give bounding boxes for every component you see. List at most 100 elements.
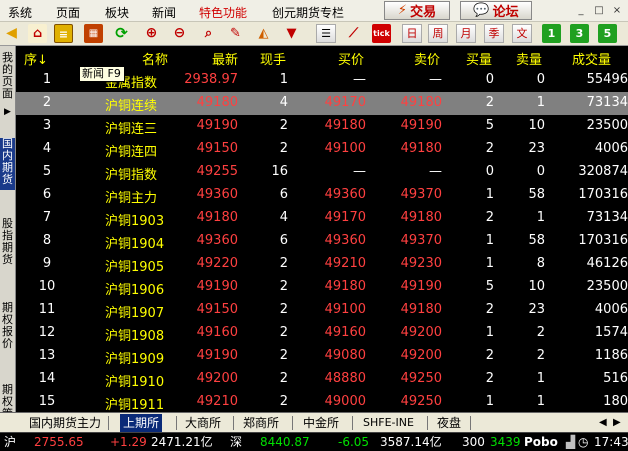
grid-icon[interactable]: ▦ xyxy=(84,24,103,43)
tab-cffex[interactable]: 中金所 xyxy=(300,414,342,432)
back-arrow-icon[interactable]: ◀ xyxy=(2,24,21,43)
col-name-header[interactable]: 名称 xyxy=(142,49,168,68)
menu-system[interactable]: 系统 xyxy=(8,4,32,21)
tab-scroll-left[interactable]: ◀ xyxy=(596,414,610,432)
table-row[interactable]: 9 沪铜1905 49220 2 49210 49230 1 8 46126 xyxy=(16,253,628,276)
cell-bid-vol: 2 xyxy=(485,141,494,156)
minimize-button[interactable]: _ xyxy=(574,3,588,18)
cell-bid-vol: 2 xyxy=(485,95,494,110)
cell-bid-vol: 2 xyxy=(485,348,494,363)
menu-special-features[interactable]: 特色功能 xyxy=(199,4,247,21)
cell-ask: 49180 xyxy=(400,302,442,317)
period-day-button[interactable]: 日 xyxy=(402,24,422,43)
cell-name: 沪铜连续 xyxy=(105,99,158,114)
period-1-button[interactable]: 1 xyxy=(542,24,561,43)
cell-seq: 15 xyxy=(38,394,56,409)
refresh-icon[interactable]: ⟳ xyxy=(112,24,131,43)
tab-scroll-right[interactable]: ▶ xyxy=(610,414,624,432)
table-row[interactable]: 3 沪铜连三 49190 2 49180 49190 5 10 23500 xyxy=(16,115,628,138)
leftnav-my-page[interactable]: 我的页面 xyxy=(0,52,15,100)
search-icon[interactable]: ⌕ xyxy=(199,24,218,43)
cell-seq: 13 xyxy=(38,348,56,363)
tab-czce[interactable]: 郑商所 xyxy=(240,414,282,432)
table-row[interactable]: 2 沪铜连续 49180 4 49170 49180 2 1 73134 xyxy=(16,92,628,115)
idx2-value: 8440.87 xyxy=(260,435,310,449)
col-bid-vol-header[interactable]: 买量 xyxy=(466,49,492,68)
col-bid-header[interactable]: 买价 xyxy=(338,49,364,68)
cell-last: 2938.97 xyxy=(184,72,238,87)
alert-icon[interactable]: ◭ xyxy=(254,24,273,43)
leftnav-index-futures[interactable]: 股指期货 xyxy=(0,218,15,270)
menu-sector[interactable]: 板块 xyxy=(105,4,129,21)
table-row[interactable]: 11 沪铜1907 49150 2 49100 49180 2 23 4006 xyxy=(16,299,628,322)
table-row[interactable]: 15 沪铜1911 49210 2 49000 49250 1 1 180 xyxy=(16,391,628,412)
leftnav-domestic-futures[interactable]: 国内期货 xyxy=(0,138,15,190)
tab-domestic-main[interactable]: 国内期货主力 xyxy=(26,414,104,432)
maximize-button[interactable]: □ xyxy=(592,3,606,18)
table-row[interactable]: 10 沪铜1906 49190 2 49180 49190 5 10 23500 xyxy=(16,276,628,299)
cell-last: 49190 xyxy=(196,279,238,294)
tab-shfe-ine[interactable]: SHFE-INE xyxy=(360,414,417,432)
table-row[interactable]: 6 沪铜主力 49360 6 49360 49370 1 58 170316 xyxy=(16,184,628,207)
trade-button[interactable]: ⚡ 交易 xyxy=(384,1,450,20)
col-seq-header[interactable]: 序↓ xyxy=(24,49,48,68)
period-5-button[interactable]: 5 xyxy=(598,24,617,43)
col-volume-now-header[interactable]: 现手 xyxy=(260,49,286,68)
cell-name: 沪铜1903 xyxy=(105,214,165,229)
cell-bid-vol: 2 xyxy=(485,371,494,386)
col-last-header[interactable]: 最新 xyxy=(212,49,238,68)
menu-page[interactable]: 页面 xyxy=(56,4,80,21)
forum-button[interactable]: 💬 论坛 xyxy=(460,1,532,20)
menu-chuangyuan-column[interactable]: 创元期货专栏 xyxy=(272,4,344,21)
cell-volume-now: 2 xyxy=(279,394,288,409)
cell-name: 沪铜连三 xyxy=(105,122,158,137)
col-total-vol-header[interactable]: 成交量 xyxy=(572,49,611,68)
cell-last: 49220 xyxy=(196,256,238,271)
funnel-icon[interactable]: ▼ xyxy=(282,24,301,43)
expand-arrow-icon[interactable]: ▶ xyxy=(0,106,15,117)
idx1-amount: 2471.21亿 xyxy=(151,435,213,449)
period-3-button[interactable]: 3 xyxy=(570,24,589,43)
cell-bid-vol: 5 xyxy=(485,279,494,294)
period-week-button[interactable]: 周 xyxy=(428,24,448,43)
cell-name: 沪铜1906 xyxy=(105,283,165,298)
table-row[interactable]: 5 沪铜指数 49255 16 — — 0 0 320874 xyxy=(16,161,628,184)
cell-ask: 49180 xyxy=(400,95,442,110)
line-chart-icon[interactable]: ⟋ xyxy=(344,24,363,43)
text-button[interactable]: 文 xyxy=(512,24,532,43)
period-season-button[interactable]: 季 xyxy=(484,24,504,43)
home-icon[interactable]: ⌂ xyxy=(28,24,47,43)
table-row[interactable]: 4 沪铜连四 49150 2 49100 49180 2 23 4006 xyxy=(16,138,628,161)
tab-night-session[interactable]: 夜盘 xyxy=(434,414,464,432)
list-icon[interactable]: ≡ xyxy=(54,24,73,43)
table-row[interactable]: 7 沪铜1903 49180 4 49170 49180 2 1 73134 xyxy=(16,207,628,230)
idx2-name: 深 xyxy=(230,435,243,449)
idx2-change: -6.05 xyxy=(338,435,370,449)
report-list-icon[interactable]: ☰ xyxy=(316,24,336,43)
cell-bid: 49360 xyxy=(324,233,366,248)
close-button[interactable]: × xyxy=(610,3,624,18)
col-ask-header[interactable]: 卖价 xyxy=(414,49,440,68)
zoom-out-icon[interactable]: ⊖ xyxy=(170,24,189,43)
cell-total-vol: 23500 xyxy=(586,279,628,294)
table-row[interactable]: 13 沪铜1909 49190 2 49080 49200 2 2 1186 xyxy=(16,345,628,368)
cell-name: 沪铜1907 xyxy=(105,306,165,321)
cell-volume-now: 2 xyxy=(279,302,288,317)
cell-last: 49255 xyxy=(196,164,238,179)
tab-shfe[interactable]: 上期所 xyxy=(120,414,163,432)
cell-volume-now: 2 xyxy=(279,279,288,294)
tab-dce[interactable]: 大商所 xyxy=(182,414,224,432)
table-row[interactable]: 14 沪铜1910 49200 2 48880 49250 2 1 516 xyxy=(16,368,628,391)
table-row[interactable]: 12 沪铜1908 49160 2 49160 49200 1 2 1574 xyxy=(16,322,628,345)
cell-last: 49180 xyxy=(196,95,238,110)
col-ask-vol-header[interactable]: 卖量 xyxy=(516,49,542,68)
cell-last: 49190 xyxy=(196,348,238,363)
pencil-icon[interactable]: ✎ xyxy=(226,24,245,43)
cell-seq: 6 xyxy=(42,187,52,202)
menu-news[interactable]: 新闻 xyxy=(152,4,176,21)
tick-button[interactable]: tick xyxy=(372,24,391,43)
table-row[interactable]: 8 沪铜1904 49360 6 49360 49370 1 58 170316 xyxy=(16,230,628,253)
leftnav-options-quotes[interactable]: 期权报价 xyxy=(0,302,15,354)
zoom-in-icon[interactable]: ⊕ xyxy=(142,24,161,43)
period-month-button[interactable]: 月 xyxy=(456,24,476,43)
